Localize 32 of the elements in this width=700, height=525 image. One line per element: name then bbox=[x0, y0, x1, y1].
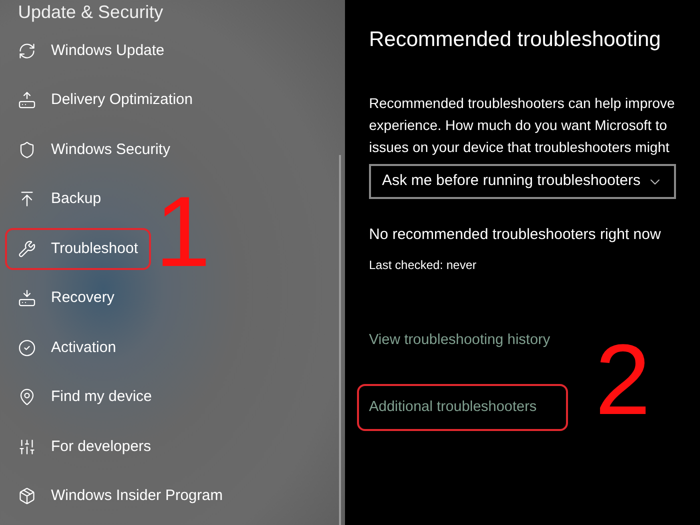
sidebar-item[interactable]: Windows Update bbox=[5, 30, 178, 72]
annotation-number: 2 bbox=[595, 330, 651, 430]
location-pin-icon bbox=[18, 388, 36, 406]
troubleshoot-link[interactable]: Additional troubleshooters bbox=[357, 384, 568, 431]
sidebar-item[interactable]: Backup bbox=[5, 178, 114, 220]
sidebar-item[interactable]: For developers bbox=[5, 426, 164, 468]
refresh-icon bbox=[18, 42, 36, 60]
wrench-icon bbox=[18, 240, 36, 258]
sidebar-item[interactable]: Troubleshoot bbox=[5, 228, 151, 270]
section-title: Recommended troubleshooting bbox=[369, 27, 661, 54]
description-line: issues on your device that troubleshooters might bbox=[369, 138, 670, 157]
sidebar-item[interactable]: Windows Security bbox=[5, 128, 184, 171]
upload-arrow-icon bbox=[18, 190, 36, 208]
sliders-icon bbox=[18, 438, 36, 456]
sidebar-item[interactable]: Find my device bbox=[5, 376, 165, 418]
shield-icon bbox=[18, 140, 36, 159]
description-line: experience. How much do you want Microsoft to bbox=[369, 116, 668, 135]
section-header: Update & Security bbox=[18, 3, 164, 21]
troubleshoot-link[interactable]: View troubleshooting history bbox=[357, 317, 568, 364]
download-drive-icon bbox=[18, 289, 36, 308]
status-text: No recommended troubleshooters right now bbox=[369, 225, 661, 245]
description-line: Recommended troubleshooters can help improve bbox=[369, 94, 676, 113]
upload-drive-icon bbox=[18, 91, 36, 110]
package-icon bbox=[18, 487, 36, 506]
sidebar-item[interactable]: Delivery Optimization bbox=[5, 79, 206, 122]
last-checked-text: Last checked: never bbox=[369, 257, 476, 273]
troubleshooter-dropdown[interactable]: Ask me before running troubleshooters bbox=[369, 164, 676, 199]
annotation-number: 1 bbox=[155, 182, 211, 282]
sidebar-item[interactable]: Windows Insider Program bbox=[5, 475, 236, 518]
check-circle-icon bbox=[18, 338, 36, 357]
sidebar-item[interactable]: Activation bbox=[5, 326, 130, 369]
sidebar-item[interactable]: Recovery bbox=[5, 277, 128, 320]
